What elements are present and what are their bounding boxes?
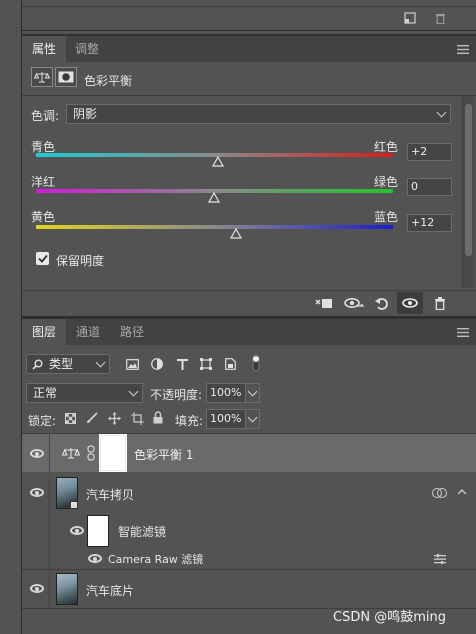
- layer-row-car-base[interactable]: 汽车底片: [22, 570, 476, 608]
- search-icon: [31, 358, 43, 370]
- eye-icon[interactable]: [30, 584, 44, 593]
- filter-blending-options-icon[interactable]: [433, 552, 447, 566]
- layer-name: 色彩平衡 1: [134, 448, 194, 462]
- lock-transparent-icon[interactable]: [64, 412, 77, 425]
- fill-value[interactable]: 100%: [206, 409, 246, 429]
- image-filter-icon[interactable]: [125, 357, 139, 371]
- tab-adjustments[interactable]: 调整: [66, 36, 108, 62]
- eye-icon[interactable]: [30, 449, 44, 458]
- properties-scrollbar[interactable]: [462, 96, 474, 288]
- adjustment-filter-icon[interactable]: [150, 357, 164, 371]
- eye-column-divider: [49, 434, 50, 472]
- preserve-luminosity-checkbox[interactable]: [36, 252, 49, 265]
- top-trash-icon[interactable]: [433, 11, 447, 25]
- left-edge-strip: [0, 0, 22, 634]
- watermark-text: CSDN @鸣鼓ming: [333, 610, 446, 625]
- yellow-blue-track[interactable]: [36, 225, 393, 229]
- filter-type-dropdown[interactable]: 类型: [26, 354, 110, 374]
- tone-dropdown[interactable]: 阴影: [66, 104, 451, 124]
- lock-all-icon[interactable]: [152, 410, 164, 425]
- slider-yellow-label: 黄色: [31, 210, 56, 224]
- layer-thumbnail: [56, 573, 78, 605]
- chain-link-icon[interactable]: [86, 444, 96, 462]
- lock-label: 锁定:: [28, 414, 57, 428]
- layer-name: 汽车拷贝: [86, 488, 135, 502]
- layer-row-car-copy[interactable]: 汽车拷贝: [22, 473, 476, 513]
- top-divider: [22, 6, 476, 7]
- new-layer-icon[interactable]: [403, 11, 417, 25]
- yellow-blue-value[interactable]: +12: [407, 214, 452, 232]
- tab-paths[interactable]: 路径: [110, 319, 154, 345]
- eye-icon[interactable]: [70, 526, 84, 535]
- type-filter-icon[interactable]: [175, 357, 189, 371]
- top-toolbar-divider: [22, 30, 476, 31]
- adjustment-title: 色彩平衡: [84, 74, 133, 88]
- smart-object-filter-icon[interactable]: [223, 357, 237, 371]
- eye-column-divider: [49, 473, 50, 513]
- tone-value: 阴影: [73, 107, 98, 121]
- properties-trash-icon[interactable]: [432, 295, 448, 311]
- tab-layers[interactable]: 图层: [22, 319, 66, 345]
- tab-channels[interactable]: 通道: [66, 319, 110, 345]
- eye-icon[interactable]: [30, 488, 44, 497]
- eye-column-divider: [49, 570, 50, 608]
- preserve-luminosity-label: 保留明度: [56, 254, 105, 268]
- fill-label: 填充:: [175, 414, 204, 428]
- properties-footer-divider: [22, 290, 476, 291]
- layer-row-smart-filter[interactable]: 智能滤镜: [22, 513, 476, 549]
- smart-object-badge-icon: [70, 501, 78, 509]
- filter-name: Camera Raw 滤镜: [108, 553, 204, 566]
- balance-scale-icon: [31, 67, 53, 87]
- view-previous-icon[interactable]: [343, 295, 365, 311]
- slider-blue-label: 蓝色: [374, 210, 399, 224]
- shape-filter-icon[interactable]: [199, 357, 213, 371]
- layers-menu-icon[interactable]: [456, 327, 470, 337]
- opacity-chevron-icon[interactable]: [246, 383, 260, 403]
- smart-filter-mask-thumbnail[interactable]: [87, 515, 109, 547]
- blend-mode-value: 正常: [33, 386, 58, 400]
- slider-green-label: 绿色: [374, 175, 399, 189]
- clip-to-layer-icon[interactable]: [314, 295, 334, 311]
- panel-menu-icon[interactable]: [456, 44, 470, 54]
- layer-row-camera-raw-filter[interactable]: Camera Raw 滤镜: [22, 549, 476, 569]
- smart-filter-name: 智能滤镜: [118, 525, 167, 539]
- blend-mode-dropdown[interactable]: 正常: [26, 383, 143, 403]
- cyan-red-value[interactable]: +2: [407, 143, 452, 161]
- layer-name: 汽车底片: [86, 584, 135, 598]
- mask-icon[interactable]: [55, 67, 77, 87]
- lock-move-icon[interactable]: [107, 411, 121, 425]
- visibility-icon[interactable]: [397, 292, 423, 314]
- eye-column-divider: [49, 549, 50, 569]
- lock-artboard-icon[interactable]: [130, 411, 144, 425]
- opacity-value[interactable]: 100%: [206, 383, 246, 403]
- layer-row-color-balance[interactable]: 色彩平衡 1: [22, 434, 476, 472]
- chevron-up-icon[interactable]: [456, 486, 468, 498]
- layer-mask-thumbnail[interactable]: [99, 434, 127, 472]
- filter-toggle-icon[interactable]: [251, 353, 261, 373]
- fill-chevron-icon[interactable]: [246, 409, 260, 429]
- magenta-green-value[interactable]: 0: [407, 178, 452, 196]
- eye-icon[interactable]: [88, 554, 102, 563]
- slider-magenta-label: 洋红: [31, 175, 56, 189]
- layer-thumbnail: [56, 477, 78, 509]
- scrollbar-thumb[interactable]: [465, 104, 472, 256]
- chevron-down-icon: [128, 386, 139, 397]
- chevron-down-icon: [436, 107, 447, 118]
- lock-brush-icon[interactable]: [85, 411, 99, 425]
- reset-icon[interactable]: [373, 295, 391, 311]
- smart-filter-options-icon[interactable]: [431, 486, 447, 500]
- tone-label: 色调:: [31, 109, 60, 123]
- tab-properties[interactable]: 属性: [22, 36, 66, 62]
- balance-scale-icon: [61, 445, 81, 461]
- eye-column-divider: [49, 513, 50, 549]
- chevron-down-icon: [95, 357, 106, 368]
- filter-type-value: 类型: [49, 357, 74, 371]
- opacity-label: 不透明度:: [150, 388, 203, 402]
